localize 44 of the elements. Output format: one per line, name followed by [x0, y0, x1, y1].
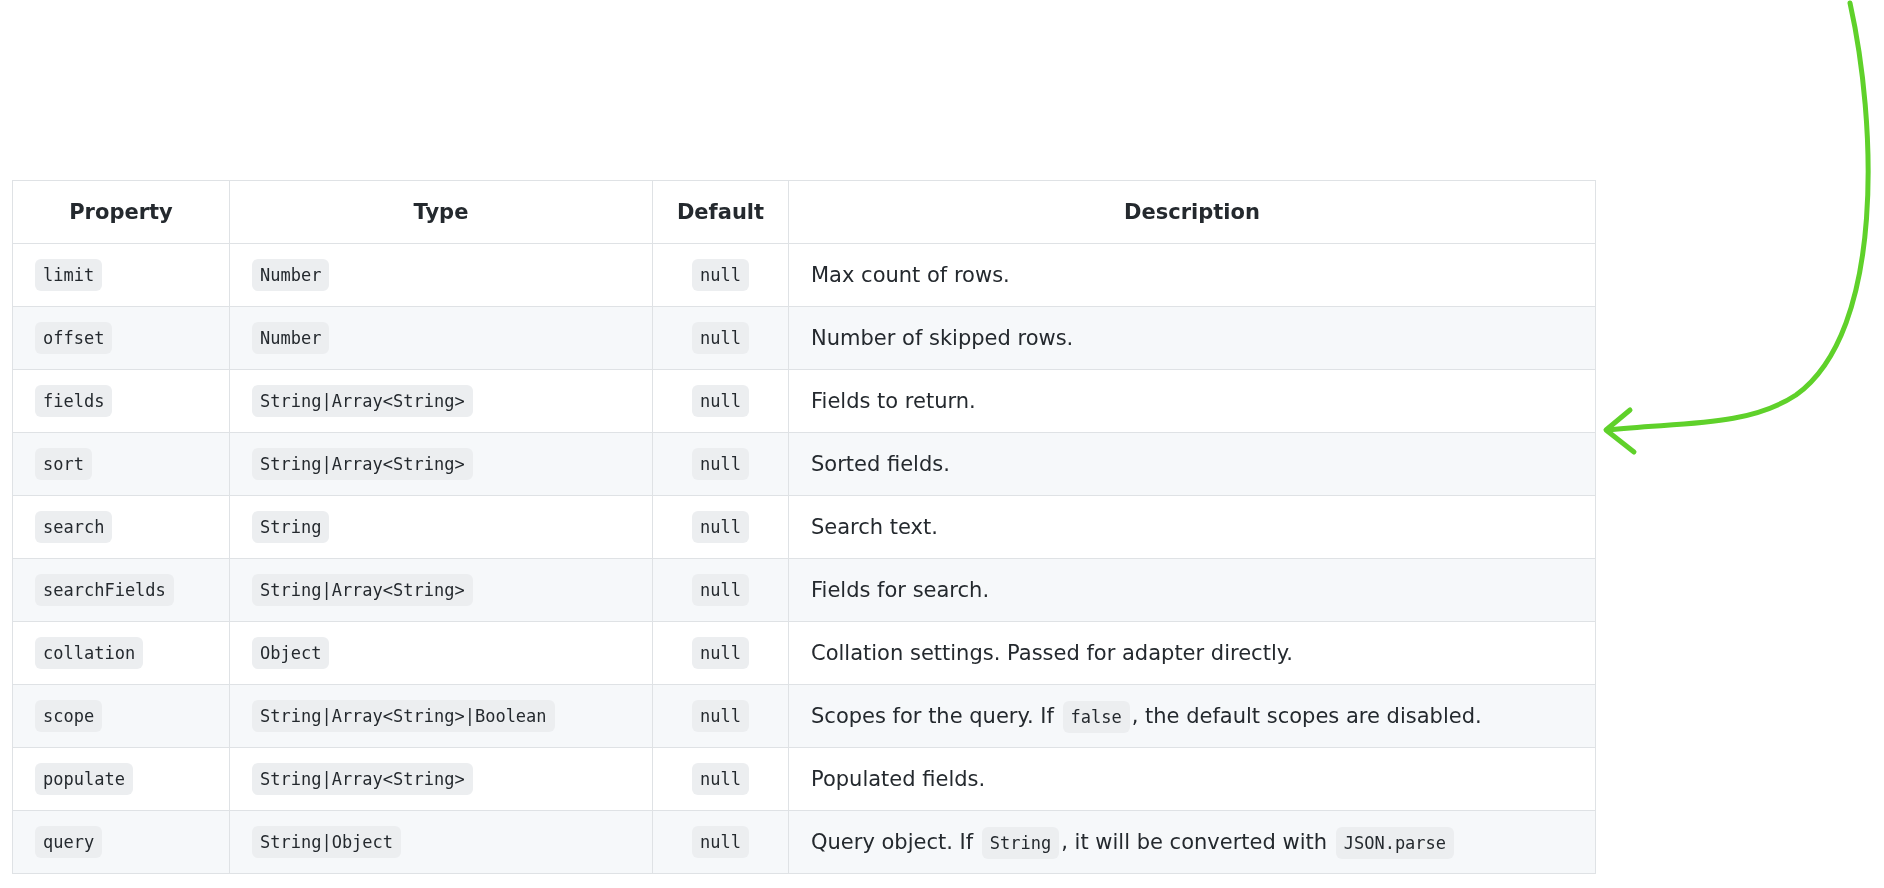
- description-text: Populated fields.: [811, 766, 986, 793]
- column-header: Description: [788, 180, 1596, 244]
- description-text: Scopes for the query. If false , the default scopes are disabled.: [811, 696, 1482, 736]
- type-name: String|Array<String>: [252, 574, 473, 606]
- type-name: Number: [252, 259, 330, 291]
- property-name: searchFields: [35, 574, 174, 606]
- description-text: Sorted fields.: [811, 451, 950, 478]
- property-name: scope: [35, 700, 103, 732]
- property-name: sort: [35, 448, 92, 480]
- default-value: null: [692, 826, 749, 858]
- property-name: populate: [35, 763, 133, 795]
- property-name: offset: [35, 322, 113, 354]
- column-header: Default: [652, 180, 789, 244]
- default-value: null: [692, 763, 749, 795]
- column-header: Type: [229, 180, 653, 244]
- property-name: collation: [35, 637, 144, 669]
- description-text: Query object. If String , it will be converted with JSON.parse: [811, 822, 1457, 862]
- default-value: null: [692, 637, 749, 669]
- description-text: Collation settings. Passed for adapter directly.: [811, 640, 1293, 667]
- type-name: String|Array<String>|Boolean: [252, 700, 555, 732]
- description-text: Fields for search.: [811, 577, 990, 604]
- type-name: String|Array<String>: [252, 763, 473, 795]
- type-name: Number: [252, 322, 330, 354]
- property-name: search: [35, 511, 113, 543]
- type-name: String|Array<String>: [252, 385, 473, 417]
- description-text: Number of skipped rows.: [811, 325, 1074, 352]
- description-text: Fields to return.: [811, 388, 976, 415]
- default-value: null: [692, 511, 749, 543]
- description-text: Search text.: [811, 514, 938, 541]
- property-name: query: [35, 826, 103, 858]
- default-value: null: [692, 448, 749, 480]
- type-name: String: [252, 511, 330, 543]
- default-value: null: [692, 700, 749, 732]
- property-name: fields: [35, 385, 113, 417]
- default-value: null: [692, 322, 749, 354]
- description-text: Max count of rows.: [811, 262, 1010, 289]
- default-value: null: [692, 259, 749, 291]
- property-name: limit: [35, 259, 103, 291]
- column-header: Property: [12, 180, 230, 244]
- type-name: String|Array<String>: [252, 448, 473, 480]
- type-name: String|Object: [252, 826, 402, 858]
- default-value: null: [692, 385, 749, 417]
- default-value: null: [692, 574, 749, 606]
- type-name: Object: [252, 637, 330, 669]
